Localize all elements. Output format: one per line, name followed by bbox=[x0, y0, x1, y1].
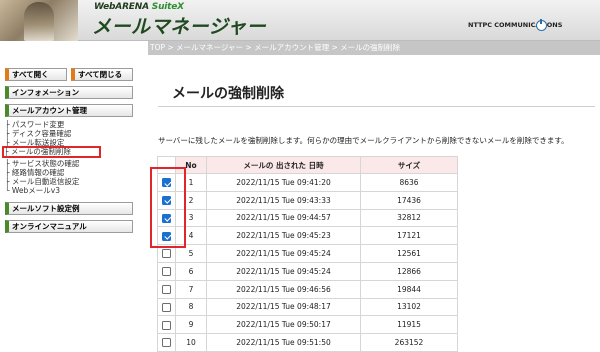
table-row: 6 2022/11/15 Tue 09:45:24 12866 bbox=[157, 261, 458, 281]
row-checkbox-cell bbox=[157, 261, 176, 281]
table-row: 2 2022/11/15 Tue 09:43:33 17436 bbox=[157, 190, 458, 210]
table-row: 10 2022/11/15 Tue 09:51:50 263152 bbox=[157, 333, 458, 352]
row-checkbox[interactable] bbox=[162, 284, 171, 294]
page-title: メールの強制削除 bbox=[172, 86, 284, 102]
row-size: 32812 bbox=[360, 208, 458, 228]
table-row: 1 2022/11/15 Tue 09:41:20 8636 bbox=[157, 173, 458, 192]
row-checkbox-cell bbox=[157, 333, 176, 352]
checkbox-highlight-box bbox=[150, 167, 186, 248]
row-date: 2022/11/15 Tue 09:51:50 bbox=[206, 333, 361, 352]
row-no: 10 bbox=[175, 333, 207, 352]
logout-power-icon[interactable] bbox=[536, 19, 547, 31]
table-header-row: No メールの 出された 日時 サイズ bbox=[157, 156, 458, 174]
sidebar: すべて開く すべて閉じる インフォメーション メールアカウント管理 ├ パスワー… bbox=[0, 62, 148, 346]
row-size: 11915 bbox=[360, 315, 458, 335]
row-checkbox-cell bbox=[157, 315, 176, 335]
row-size: 17121 bbox=[360, 226, 458, 246]
breadcrumb: TOP > メールマネージャー > メールアカウント管理 > メールの強制削除 bbox=[148, 41, 600, 55]
sidebar-item-service-status[interactable]: ├ サービス状態の確認 bbox=[5, 159, 140, 168]
row-size: 12561 bbox=[360, 244, 458, 263]
table-row: 4 2022/11/15 Tue 09:45:23 17121 bbox=[157, 226, 458, 246]
row-no: 9 bbox=[175, 315, 207, 335]
mail-table: No メールの 出された 日時 サイズ 1 2022/11/15 Tue 09:4… bbox=[157, 156, 458, 352]
row-size: 13102 bbox=[360, 297, 458, 317]
row-no: 7 bbox=[175, 279, 207, 299]
sidebar-item-password[interactable]: ├ パスワード変更 bbox=[5, 120, 140, 129]
sidebar-item-webmail[interactable]: └ Webメールv3 bbox=[5, 186, 140, 195]
row-no: 6 bbox=[175, 261, 207, 281]
row-size: 17436 bbox=[360, 190, 458, 210]
header-photo bbox=[0, 0, 78, 41]
page-description: サーバーに残したメールを強制削除します。何らかの理由でメールクライアントから削除… bbox=[158, 136, 569, 145]
title-divider bbox=[158, 106, 595, 107]
row-date: 2022/11/15 Tue 09:43:33 bbox=[206, 190, 361, 210]
row-checkbox[interactable] bbox=[162, 267, 171, 277]
sidebar-item-autoreply[interactable]: ├ メール自動返信設定 bbox=[5, 177, 140, 186]
row-no: 8 bbox=[175, 297, 207, 317]
header-date: メールの 出された 日時 bbox=[206, 156, 361, 174]
row-checkbox[interactable] bbox=[162, 320, 171, 330]
ntt-logo: NTTPC COMMUNICATIONS bbox=[468, 21, 563, 29]
row-date: 2022/11/15 Tue 09:48:17 bbox=[206, 297, 361, 317]
row-date: 2022/11/15 Tue 09:45:23 bbox=[206, 226, 361, 246]
app-header: WebARENA SuiteX メールマネージャー NTTPC COMMUNIC… bbox=[0, 0, 600, 41]
row-date: 2022/11/15 Tue 09:45:24 bbox=[206, 244, 361, 263]
row-checkbox-cell bbox=[157, 279, 176, 299]
close-all-button[interactable]: すべて閉じる bbox=[71, 68, 133, 81]
brand-logo: WebARENA SuiteX bbox=[94, 2, 184, 12]
row-size: 8636 bbox=[360, 173, 458, 192]
row-checkbox-cell bbox=[157, 297, 176, 317]
row-date: 2022/11/15 Tue 09:50:17 bbox=[206, 315, 361, 335]
table-row: 9 2022/11/15 Tue 09:50:17 11915 bbox=[157, 315, 458, 335]
app-title: メールマネージャー bbox=[92, 16, 267, 38]
table-row: 7 2022/11/15 Tue 09:46:56 19844 bbox=[157, 279, 458, 299]
sidebar-section-software[interactable]: メールソフト設定例 bbox=[5, 202, 133, 215]
row-checkbox[interactable] bbox=[162, 302, 171, 312]
sidebar-section-account-mgmt[interactable]: メールアカウント管理 bbox=[5, 104, 133, 117]
row-date: 2022/11/15 Tue 09:44:57 bbox=[206, 208, 361, 228]
row-size: 19844 bbox=[360, 279, 458, 299]
sidebar-section-manual[interactable]: オンラインマニュアル bbox=[5, 220, 133, 233]
sidebar-item-disk[interactable]: ├ ディスク容量確認 bbox=[5, 129, 140, 138]
row-date: 2022/11/15 Tue 09:46:56 bbox=[206, 279, 361, 299]
sidebar-section-information[interactable]: インフォメーション bbox=[5, 86, 133, 99]
row-date: 2022/11/15 Tue 09:41:20 bbox=[206, 173, 361, 192]
table-row: 8 2022/11/15 Tue 09:48:17 13102 bbox=[157, 297, 458, 317]
row-checkbox[interactable] bbox=[162, 249, 171, 259]
sidebar-item-force-delete[interactable]: ├ メールの強制削除 bbox=[2, 146, 101, 158]
table-row: 5 2022/11/15 Tue 09:45:24 12561 bbox=[157, 244, 458, 263]
table-row: 3 2022/11/15 Tue 09:44:57 32812 bbox=[157, 208, 458, 228]
row-date: 2022/11/15 Tue 09:45:24 bbox=[206, 261, 361, 281]
open-all-button[interactable]: すべて開く bbox=[5, 68, 67, 81]
header-size: サイズ bbox=[360, 156, 458, 174]
row-size: 12866 bbox=[360, 261, 458, 281]
row-size: 263152 bbox=[360, 333, 458, 352]
sidebar-item-route[interactable]: ├ 経路情報の確認 bbox=[5, 168, 140, 177]
